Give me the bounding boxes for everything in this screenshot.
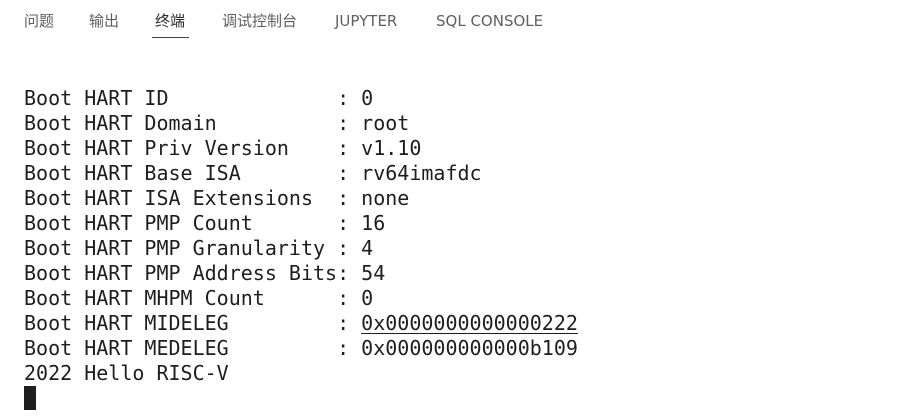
terminal-line: Boot HART MIDELEG : 0x0000000000000222 bbox=[24, 311, 904, 336]
line-value: none bbox=[361, 186, 410, 210]
line-value: 0 bbox=[361, 286, 374, 310]
line-separator: : bbox=[337, 111, 362, 135]
terminal-cursor bbox=[24, 386, 36, 410]
line-value: rv64imafdc bbox=[361, 161, 482, 185]
line-key: Boot HART ISA Extensions bbox=[24, 186, 338, 210]
line-key: Boot HART MIDELEG bbox=[24, 311, 338, 335]
line-separator: : bbox=[337, 261, 362, 285]
tab-problems[interactable]: 问题 bbox=[24, 10, 54, 32]
line-key: Boot HART Priv Version bbox=[24, 136, 338, 160]
line-separator: : bbox=[337, 211, 362, 235]
tab-jupyter[interactable]: JUPYTER bbox=[335, 10, 397, 32]
line-separator: : bbox=[337, 136, 362, 160]
terminal-output-line: 2022 Hello RISC-V bbox=[24, 361, 229, 385]
terminal-line: Boot HART Priv Version : v1.10 bbox=[24, 136, 904, 161]
line-key: Boot HART MHPM Count bbox=[24, 286, 338, 310]
active-tab-indicator bbox=[152, 37, 189, 38]
tab-sql-console[interactable]: SQL CONSOLE bbox=[436, 10, 543, 32]
terminal-line: Boot HART PMP Granularity : 4 bbox=[24, 236, 904, 261]
line-key: Boot HART PMP Address Bits bbox=[24, 261, 338, 285]
line-key: Boot HART PMP Granularity bbox=[24, 236, 338, 260]
line-value: root bbox=[361, 111, 410, 135]
line-separator: : bbox=[337, 336, 362, 360]
panel-tab-bar: 问题 输出 终端 调试控制台 JUPYTER SQL CONSOLE bbox=[0, 0, 915, 40]
terminal-line: Boot HART Base ISA : rv64imafdc bbox=[24, 161, 904, 186]
line-key: Boot HART Base ISA bbox=[24, 161, 338, 185]
terminal-line: Boot HART MHPM Count : 0 bbox=[24, 286, 904, 311]
terminal-output[interactable]: Boot HART ID : 0 Boot HART Domain : root… bbox=[24, 86, 904, 416]
line-separator: : bbox=[337, 236, 362, 260]
line-separator: : bbox=[337, 311, 362, 335]
terminal-line: Boot HART MEDELEG : 0x000000000000b109 bbox=[24, 336, 904, 361]
line-value: 0 bbox=[361, 86, 374, 110]
terminal-line: Boot HART PMP Address Bits: 54 bbox=[24, 261, 904, 286]
terminal-line: Boot HART PMP Count : 16 bbox=[24, 211, 904, 236]
terminal-line: Boot HART Domain : root bbox=[24, 111, 904, 136]
line-value: 54 bbox=[361, 261, 386, 285]
line-separator: : bbox=[337, 86, 362, 110]
line-value: 4 bbox=[361, 236, 374, 260]
line-value: 0x000000000000b109 bbox=[361, 336, 578, 360]
line-separator: : bbox=[337, 286, 362, 310]
line-value: 16 bbox=[361, 211, 386, 235]
tab-output[interactable]: 输出 bbox=[89, 10, 119, 32]
line-separator: : bbox=[337, 161, 362, 185]
line-separator: : bbox=[337, 186, 362, 210]
tab-terminal[interactable]: 终端 bbox=[155, 10, 185, 32]
line-key: Boot HART MEDELEG bbox=[24, 336, 338, 360]
line-key: Boot HART Domain bbox=[24, 111, 338, 135]
line-value: v1.10 bbox=[361, 136, 422, 160]
terminal-line: Boot HART ISA Extensions : none bbox=[24, 186, 904, 211]
line-key: Boot HART ID bbox=[24, 86, 338, 110]
line-key: Boot HART PMP Count bbox=[24, 211, 338, 235]
terminal-link-value[interactable]: 0x0000000000000222 bbox=[361, 311, 578, 335]
terminal-line: Boot HART ID : 0 bbox=[24, 86, 904, 111]
tab-debug-console[interactable]: 调试控制台 bbox=[222, 10, 297, 32]
